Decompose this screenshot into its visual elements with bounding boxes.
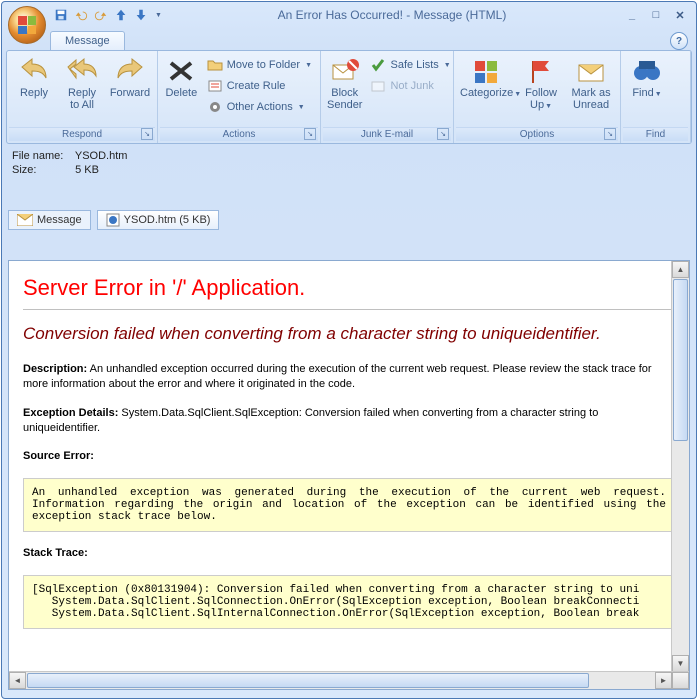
reply-icon (18, 57, 50, 85)
find-button[interactable]: Find▼ (625, 55, 669, 101)
next-item-icon[interactable] (134, 8, 148, 22)
info-filename: YSOD.htm (75, 150, 128, 162)
categorize-icon (471, 57, 503, 85)
ysod-stack-trace-label: Stack Trace: (23, 546, 675, 561)
ribbon: Reply Reply to All Forward Respond ↘ Dele… (6, 50, 692, 144)
not-junk-button: Not Junk (366, 76, 454, 96)
scroll-down-button[interactable]: ▼ (672, 655, 689, 672)
prev-item-icon[interactable] (114, 8, 128, 22)
ysod-stack-trace-box: [SqlException (0x80131904): Conversion f… (23, 575, 675, 629)
gear-icon (207, 99, 223, 115)
reply-all-icon (66, 57, 98, 85)
ysod-title: Server Error in '/' Application. (23, 275, 675, 301)
redo-icon[interactable] (94, 8, 108, 22)
other-actions-button[interactable]: Other Actions▼ (203, 97, 316, 117)
options-launcher[interactable]: ↘ (604, 128, 616, 140)
reply-button[interactable]: Reply (11, 55, 57, 101)
vertical-scrollbar[interactable]: ▲ ▼ (671, 261, 689, 672)
save-icon[interactable] (54, 8, 68, 22)
html-file-icon (106, 213, 120, 227)
rule-icon (207, 78, 223, 94)
titlebar: ▼ An Error Has Occurred! - Message (HTML… (2, 2, 696, 28)
minimize-button[interactable]: _ (622, 8, 642, 22)
group-options-label: Options (520, 129, 554, 140)
scroll-thumb-v[interactable] (673, 279, 688, 441)
group-find-label: Find (646, 129, 665, 140)
attach-tab-message[interactable]: Message (8, 210, 91, 230)
maximize-button[interactable]: □ (646, 8, 666, 22)
check-icon (370, 57, 386, 73)
message-body-pane: Server Error in '/' Application. Convers… (8, 260, 690, 690)
junk-launcher[interactable]: ↘ (437, 128, 449, 140)
categorize-button[interactable]: Categorize▼ (458, 55, 516, 101)
scroll-thumb-h[interactable] (27, 673, 589, 688)
block-icon (329, 57, 361, 85)
folder-icon (207, 57, 223, 73)
mark-unread-button[interactable]: Mark as Unread (566, 55, 616, 113)
group-actions-label: Actions (223, 129, 256, 140)
forward-button[interactable]: Forward (107, 55, 153, 101)
attach-tab-file[interactable]: YSOD.htm (5 KB) (97, 210, 220, 230)
move-to-folder-button[interactable]: Move to Folder▼ (203, 55, 316, 75)
delete-icon (165, 57, 197, 85)
horizontal-scrollbar[interactable]: ◄ ► (9, 671, 689, 689)
ysod-description: Description: An unhandled exception occu… (23, 362, 675, 392)
qat-more-icon[interactable]: ▼ (155, 12, 162, 19)
ysod-source-error-box: An unhandled exception was generated dur… (23, 478, 675, 532)
unread-icon (575, 57, 607, 85)
binoculars-icon (631, 57, 663, 85)
not-junk-icon (370, 78, 386, 94)
tab-message[interactable]: Message (50, 31, 125, 50)
undo-icon[interactable] (74, 8, 88, 22)
close-button[interactable]: ✕ (670, 8, 690, 22)
reply-all-button[interactable]: Reply to All (59, 55, 105, 113)
help-button[interactable]: ? (670, 32, 688, 50)
scroll-right-button[interactable]: ► (655, 672, 672, 689)
ysod-subtitle: Conversion failed when converting from a… (23, 324, 675, 344)
create-rule-button[interactable]: Create Rule (203, 76, 316, 96)
group-respond-label: Respond (62, 129, 102, 140)
follow-up-button[interactable]: Follow Up▼ (518, 55, 564, 113)
quick-access-toolbar: ▼ (54, 8, 162, 22)
office-button[interactable] (8, 6, 46, 44)
delete-button[interactable]: Delete (162, 55, 201, 101)
block-sender-button[interactable]: Block Sender (325, 55, 364, 113)
ysod-exception-details: Exception Details: System.Data.SqlClient… (23, 406, 675, 436)
envelope-icon (17, 214, 33, 226)
attachment-info: File name: YSOD.htm Size: 5 KB (2, 144, 696, 184)
safe-lists-button[interactable]: Safe Lists▼ (366, 55, 454, 75)
group-junk-label: Junk E-mail (361, 129, 413, 140)
actions-launcher[interactable]: ↘ (304, 128, 316, 140)
scroll-left-button[interactable]: ◄ (9, 672, 26, 689)
scroll-up-button[interactable]: ▲ (672, 261, 689, 278)
ysod-source-error-label: Source Error: (23, 449, 675, 464)
scroll-corner (672, 672, 689, 689)
respond-launcher[interactable]: ↘ (141, 128, 153, 140)
window-title: An Error Has Occurred! - Message (HTML) (162, 8, 622, 22)
info-size: 5 KB (75, 164, 99, 176)
flag-icon (525, 57, 557, 85)
forward-icon (114, 57, 146, 85)
